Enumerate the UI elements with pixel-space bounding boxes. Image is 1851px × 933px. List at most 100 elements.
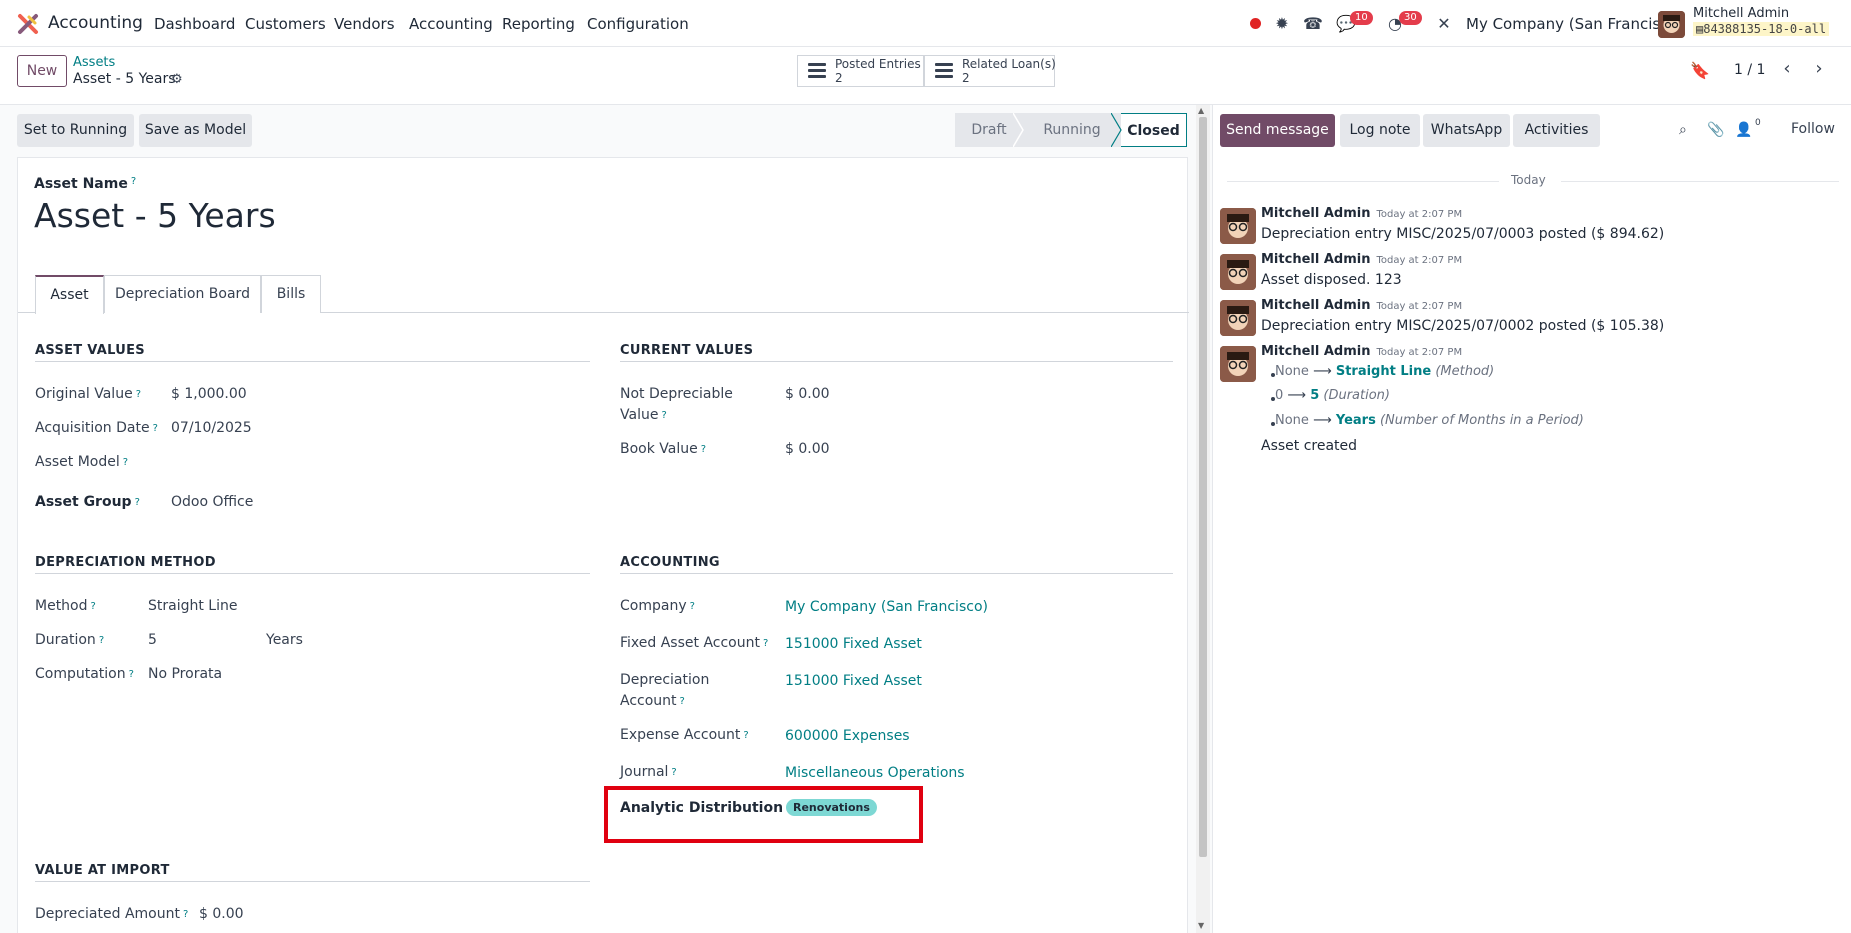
posted-entries-button[interactable]: Posted Entries 2 [797,55,924,87]
gear-icon[interactable]: ⚙ [171,72,183,87]
journal-label-text: Journal [620,764,669,780]
bookmark-icon[interactable]: 🔖 [1690,61,1710,80]
app-name[interactable]: Accounting [48,13,143,33]
phone-icon[interactable]: ☎ [1302,13,1324,35]
highlight-box [604,786,923,843]
fixed-asset-account-label-text: Fixed Asset Account [620,635,760,651]
user-name[interactable]: Mitchell Admin [1693,6,1789,21]
message-avatar[interactable] [1220,300,1256,336]
expense-account-label: Expense Account? [620,725,749,746]
help-icon[interactable]: ? [91,601,96,612]
pager-next-icon[interactable]: › [1806,58,1832,82]
menu-customers[interactable]: Customers [245,15,326,33]
not-depreciable-value-field[interactable]: $ 0.00 [785,386,830,402]
depreciated-amount-label-text: Depreciated Amount [35,906,180,922]
message-body: Depreciation entry MISC/2025/07/0002 pos… [1261,318,1665,334]
depreciated-amount-field[interactable]: $ 0.00 [199,906,244,922]
user-avatar[interactable] [1658,11,1685,38]
form-scrollbar[interactable]: ▲ ▼ [1196,105,1210,933]
help-icon[interactable]: ? [153,423,158,434]
scroll-up-icon[interactable]: ▲ [1198,106,1204,115]
method-label: Method? [35,596,96,617]
message-avatar[interactable] [1220,208,1256,244]
duration-unit-field[interactable]: Years [266,632,303,648]
journal-field[interactable]: Miscellaneous Operations [785,765,965,781]
paperclip-icon[interactable]: 📎 [1707,122,1724,138]
help-icon[interactable]: ? [131,176,136,187]
stage-running[interactable]: Running [1023,113,1121,147]
asset-name-field[interactable]: Asset - 5 Years [34,196,276,235]
settings-tools-icon[interactable]: ✕ [1433,13,1455,35]
save-as-model-button[interactable]: Save as Model [139,114,252,147]
breadcrumb-assets[interactable]: Assets [73,55,115,70]
message-time: Today at 2:07 PM [1376,347,1463,358]
computation-field[interactable]: No Prorata [148,666,222,682]
activities-badge: 30 [1399,11,1422,25]
acquisition-date-field[interactable]: 07/10/2025 [171,420,252,436]
menu-dashboard[interactable]: Dashboard [154,15,235,33]
menu-vendors[interactable]: Vendors [334,15,395,33]
menu-configuration[interactable]: Configuration [587,15,689,33]
help-icon[interactable]: ? [763,638,768,649]
duration-field[interactable]: 5 [148,632,157,648]
message-author: Mitchell Admin Today at 2:07 PM [1261,344,1462,359]
send-message-button[interactable]: Send message [1220,114,1335,147]
log-note-button[interactable]: Log note [1340,114,1420,147]
pager-previous-icon[interactable]: ‹ [1774,58,1800,82]
search-icon[interactable]: ⌕ [1679,122,1687,138]
tracking-value-method: None ⟶ Straight Line (Method) [1275,364,1494,379]
message-avatar[interactable] [1220,254,1256,290]
help-icon[interactable]: ? [129,669,134,680]
help-icon[interactable]: ? [183,909,188,920]
help-icon[interactable]: ? [123,457,128,468]
asset-group-field[interactable]: Odoo Office [171,494,253,510]
original-value-label-text: Original Value [35,386,133,402]
company-field[interactable]: My Company (San Francisco) [785,599,988,615]
date-separator-today: Today [1511,173,1546,187]
posted-entries-count: 2 [835,71,843,85]
company-switcher[interactable]: My Company (San Francisco) [1466,15,1683,33]
new-button[interactable]: New [17,55,67,87]
help-icon[interactable]: ? [743,730,748,741]
asset-model-label-text: Asset Model [35,454,120,470]
tracking-old: None [1275,413,1309,428]
help-icon[interactable]: ? [135,497,140,508]
scroll-thumb[interactable] [1199,117,1207,857]
whatsapp-button[interactable]: WhatsApp [1423,114,1510,147]
help-icon[interactable]: ? [671,767,676,778]
arrow-right-icon: ⟶ [1287,388,1307,403]
help-icon[interactable]: ? [690,601,695,612]
set-to-running-button[interactable]: Set to Running [17,114,134,147]
related-loans-button[interactable]: Related Loan(s) 2 [924,55,1056,87]
menu-reporting[interactable]: Reporting [502,15,575,33]
tab-bills[interactable]: Bills [261,275,321,313]
tracking-field: (Duration) [1323,388,1390,403]
date-divider [1561,181,1839,182]
depreciation-account-field[interactable]: 151000 Fixed Asset [785,673,922,689]
method-field[interactable]: Straight Line [148,598,237,614]
expense-account-field[interactable]: 600000 Expenses [785,728,910,744]
help-icon[interactable]: ? [680,696,685,707]
help-icon[interactable]: ? [661,410,666,421]
help-icon[interactable]: ? [701,444,706,455]
tab-asset[interactable]: Asset [35,275,104,314]
pager-value[interactable]: 1 / 1 [1734,62,1765,78]
section-divider [620,361,1173,362]
record-icon[interactable] [1244,13,1266,35]
stage-closed[interactable]: Closed [1121,113,1187,147]
fixed-asset-account-field[interactable]: 151000 Fixed Asset [785,636,922,652]
asset-group-label-text: Asset Group [35,494,132,510]
message-author-name: Mitchell Admin [1261,206,1371,221]
followers-icon[interactable]: 👤 [1735,122,1752,138]
menu-accounting[interactable]: Accounting [409,15,493,33]
follow-button[interactable]: Follow [1791,121,1835,137]
original-value-field[interactable]: $ 1,000.00 [171,386,247,402]
help-icon[interactable]: ? [136,389,141,400]
scroll-down-icon[interactable]: ▼ [1198,921,1204,930]
message-avatar[interactable] [1220,346,1256,382]
tab-depreciation-board[interactable]: Depreciation Board [104,275,261,313]
activities-button[interactable]: Activities [1513,114,1600,147]
help-icon[interactable]: ? [99,635,104,646]
debug-icon[interactable]: ✹ [1271,13,1293,35]
app-logo-icon[interactable] [17,13,39,35]
